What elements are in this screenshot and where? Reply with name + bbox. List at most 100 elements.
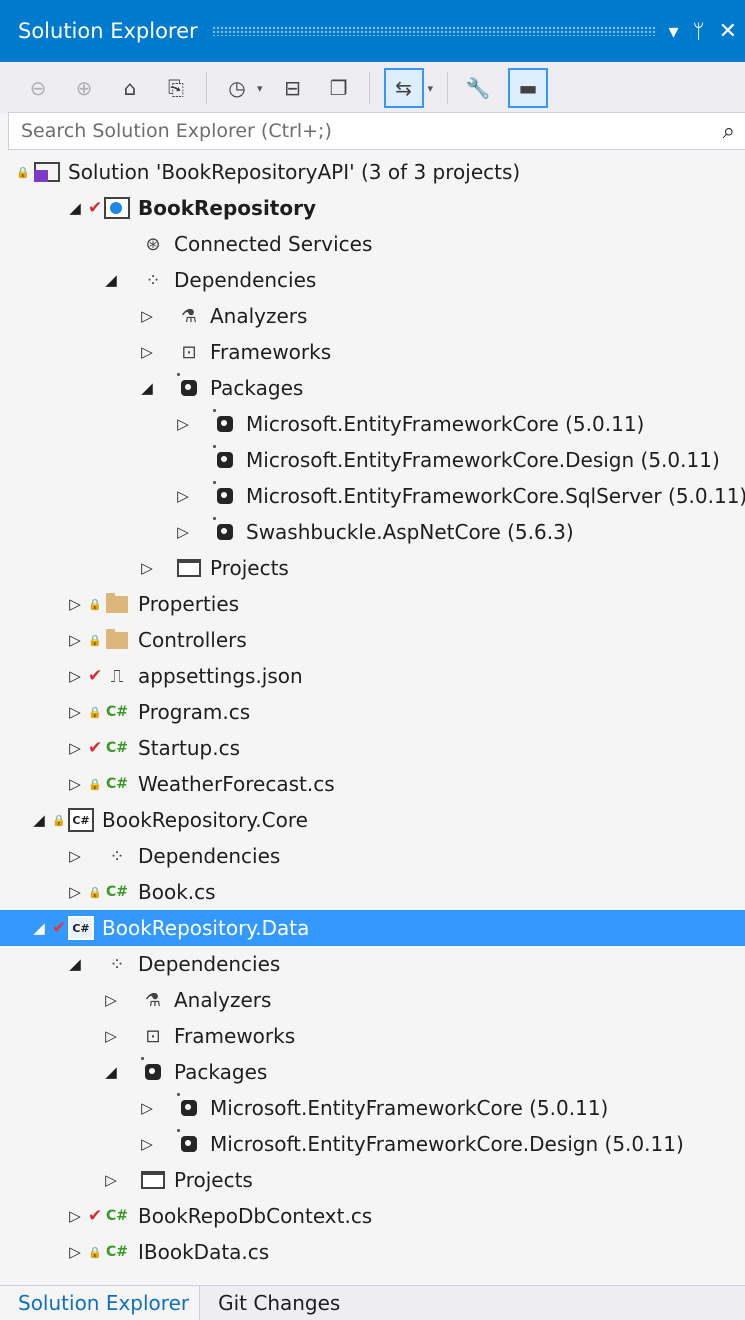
tree-item[interactable]: ▷ ⁘ Dependencies	[0, 838, 745, 874]
expand-arrow-icon[interactable]: ▷	[174, 487, 192, 505]
expand-arrow-icon[interactable]: ▷	[102, 991, 120, 1009]
tree-item[interactable]: ◢ ✔ C# BookRepository.Data	[0, 910, 745, 946]
tree-item[interactable]: ▷ ✔ C# BookRepoDbContext.cs	[0, 1198, 745, 1234]
package-icon	[140, 1057, 166, 1085]
collapse-all-icon[interactable]: ⊟	[277, 72, 309, 104]
tab-solution-explorer[interactable]: Solution Explorer	[0, 1286, 201, 1320]
collapse-arrow-icon[interactable]: ◢	[66, 199, 84, 217]
forward-icon[interactable]: ⊕	[68, 72, 100, 104]
tree-item-label: Dependencies	[174, 268, 317, 292]
expand-arrow-icon[interactable]: ▷	[138, 307, 156, 325]
tab-git-changes[interactable]: Git Changes	[200, 1286, 350, 1320]
tree-item[interactable]: ▷ ⚗ Analyzers	[0, 982, 745, 1018]
checked-in-icon: ✔	[52, 918, 67, 938]
analyzers-icon: ⚗	[180, 305, 198, 327]
tree-item-label: Analyzers	[174, 988, 272, 1012]
tree-item[interactable]: ▷ ✔ C# Startup.cs	[0, 730, 745, 766]
checked-in-icon: ✔	[88, 738, 103, 758]
tree-item[interactable]: ▷ Projects	[0, 550, 745, 586]
tree-item[interactable]: ▷ 🔒 C# Program.cs	[0, 694, 745, 730]
tree-item[interactable]: 🔒 Solution 'BookRepositoryAPI' (3 of 3 pr…	[0, 154, 745, 190]
tree-item[interactable]: ◢ ✔ BookRepository	[0, 190, 745, 226]
pending-changes-filter-icon[interactable]: ◷	[221, 72, 253, 104]
expand-arrow-icon[interactable]: ▷	[138, 1099, 156, 1117]
properties-icon[interactable]: 🔧	[462, 72, 494, 104]
tree-item-label: Packages	[210, 376, 304, 400]
csharp-icon: C#	[105, 884, 128, 900]
collapse-arrow-icon[interactable]: ◢	[66, 955, 84, 973]
tree-item-label: Program.cs	[138, 700, 251, 724]
tree-item[interactable]: ◢ 🔒 C# BookRepository.Core	[0, 802, 745, 838]
search-box: ⌕	[8, 112, 745, 150]
expand-arrow-icon[interactable]: ▷	[66, 883, 84, 901]
tree-item[interactable]: ▷ Swashbuckle.AspNetCore (5.6.3)	[0, 514, 745, 550]
tree-item[interactable]: ▷ Microsoft.EntityFrameworkCore.Design (5…	[0, 1126, 745, 1162]
tree-item[interactable]: ▷ Microsoft.EntityFrameworkCore.SqlServer…	[0, 478, 745, 514]
tree-item-label: IBookData.cs	[138, 1240, 270, 1264]
tree-item-label: Frameworks	[174, 1024, 296, 1048]
preview-selected-items-icon[interactable]: ▬	[508, 68, 549, 108]
tree-item[interactable]: ▷ 🔒 Properties	[0, 586, 745, 622]
sync-dropdown-icon[interactable]: ▾	[428, 82, 434, 95]
tree-item[interactable]: ▷ ⊡ Frameworks	[0, 334, 745, 370]
package-icon	[176, 1093, 202, 1121]
back-icon[interactable]: ⊖	[22, 72, 54, 104]
collapse-arrow-icon[interactable]: ◢	[102, 1063, 120, 1081]
tree-item[interactable]: ▷ 🔒 Controllers	[0, 622, 745, 658]
sync-with-active-document-icon[interactable]: ⇆	[383, 68, 424, 108]
tree-item[interactable]: ▷ ⚗ Analyzers	[0, 298, 745, 334]
tree-item[interactable]: ◢ ⁘ Dependencies	[0, 946, 745, 982]
expand-arrow-icon[interactable]: ▷	[66, 595, 84, 613]
tree-item-label: Microsoft.EntityFrameworkCore (5.0.11)	[246, 412, 645, 436]
tree-item-label: Solution 'BookRepositoryAPI' (3 of 3 pro…	[68, 160, 521, 184]
tree-item[interactable]: ▷ 🔒 C# WeatherForecast.cs	[0, 766, 745, 802]
collapse-arrow-icon[interactable]: ◢	[30, 811, 48, 829]
tree-item[interactable]: ◢ Packages	[0, 370, 745, 406]
tree-item[interactable]: ▷ Microsoft.EntityFrameworkCore (5.0.11)	[0, 1090, 745, 1126]
expand-arrow-icon[interactable]: ▷	[138, 1135, 156, 1153]
collapse-arrow-icon[interactable]: ◢	[30, 919, 48, 937]
switch-views-icon[interactable]: ⎘	[160, 72, 192, 104]
lock-icon: 🔒	[88, 1245, 102, 1259]
expand-arrow-icon[interactable]: ▷	[174, 415, 192, 433]
expand-arrow-icon[interactable]: ▷	[66, 667, 84, 685]
tree-item-label: Projects	[174, 1168, 253, 1192]
close-icon[interactable]: ✕	[719, 19, 737, 44]
tree-item[interactable]: Microsoft.EntityFrameworkCore.Design (5.…	[0, 442, 745, 478]
home-icon[interactable]: ⌂	[114, 72, 146, 104]
filter-dropdown-icon[interactable]: ▾	[257, 82, 263, 95]
expand-arrow-icon[interactable]: ▷	[66, 847, 84, 865]
search-input[interactable]	[9, 119, 723, 143]
expand-arrow-icon[interactable]: ▷	[138, 343, 156, 361]
csharp-icon: C#	[105, 776, 128, 792]
tree-item[interactable]: ⊛ Connected Services	[0, 226, 745, 262]
collapse-arrow-icon[interactable]: ◢	[102, 271, 120, 289]
tree-item-label: Microsoft.EntityFrameworkCore (5.0.11)	[210, 1096, 609, 1120]
collapse-arrow-icon[interactable]: ◢	[138, 379, 156, 397]
tree-item[interactable]: ▷ ⊡ Frameworks	[0, 1018, 745, 1054]
expand-arrow-icon[interactable]: ▷	[66, 1207, 84, 1225]
expand-arrow-icon[interactable]: ▷	[66, 631, 84, 649]
expand-arrow-icon[interactable]: ▷	[66, 1243, 84, 1261]
pin-icon[interactable]: ᛘ	[693, 19, 705, 43]
tree-item[interactable]: ▷ ✔ ⎍ appsettings.json	[0, 658, 745, 694]
tree-item[interactable]: ▷ 🔒 C# Book.cs	[0, 874, 745, 910]
search-icon[interactable]: ⌕	[723, 119, 735, 144]
tree-item[interactable]: ▷ Microsoft.EntityFrameworkCore (5.0.11)	[0, 406, 745, 442]
expand-arrow-icon[interactable]: ▷	[66, 703, 84, 721]
show-all-files-icon[interactable]: ❐	[323, 72, 355, 104]
expand-arrow-icon[interactable]: ▷	[102, 1027, 120, 1045]
tree-item-label: BookRepository	[138, 196, 317, 220]
window-position-dropdown-icon[interactable]: ▾	[669, 19, 679, 43]
expand-arrow-icon[interactable]: ▷	[138, 559, 156, 577]
drag-grip[interactable]	[211, 26, 655, 36]
expand-arrow-icon[interactable]: ▷	[66, 775, 84, 793]
expand-arrow-icon[interactable]: ▷	[102, 1171, 120, 1189]
expand-arrow-icon[interactable]: ▷	[66, 739, 84, 757]
tree-item[interactable]: ▷ 🔒 C# IBookData.cs	[0, 1234, 745, 1270]
expand-arrow-icon[interactable]: ▷	[174, 523, 192, 541]
tree-item[interactable]: ◢ ⁘ Dependencies	[0, 262, 745, 298]
tree-item[interactable]: ◢ Packages	[0, 1054, 745, 1090]
tree-item[interactable]: ▷ Projects	[0, 1162, 745, 1198]
package-icon	[212, 481, 238, 509]
